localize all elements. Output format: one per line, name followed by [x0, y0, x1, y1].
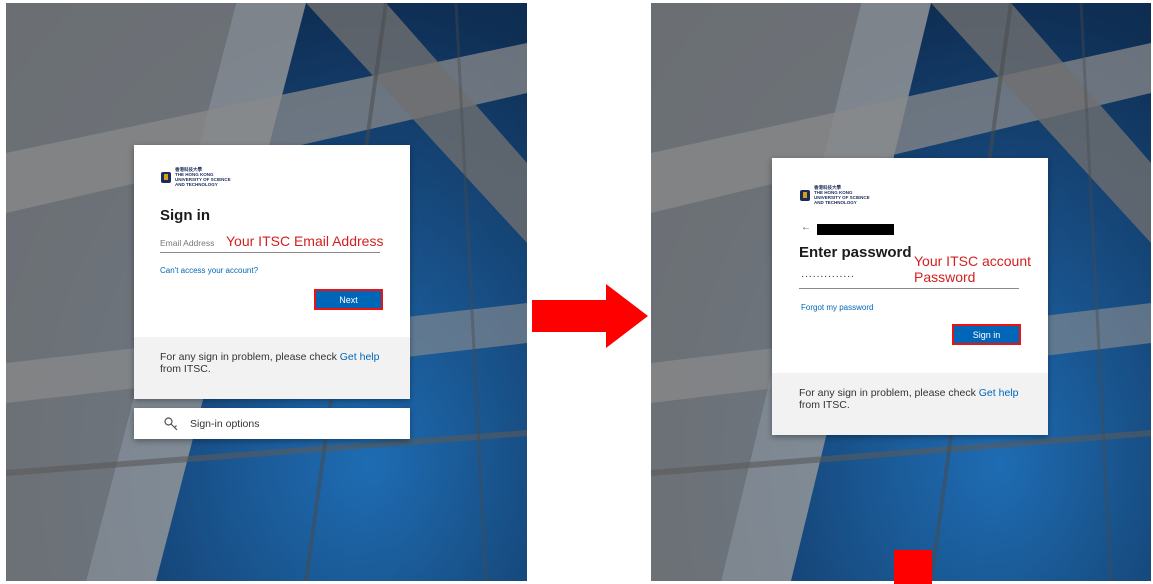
get-help-link[interactable]: Get help — [979, 387, 1019, 399]
footer-text: For any sign in problem, please check Ge… — [799, 387, 1019, 411]
cant-access-link[interactable]: Can't access your account? — [160, 266, 258, 275]
logo-text: 香港科技大學 THE HONG KONG UNIVERSITY OF SCIEN… — [175, 167, 231, 187]
footer-text: For any sign in problem, please check Ge… — [160, 351, 380, 375]
right-arrow-icon — [532, 284, 648, 348]
password-card: 香港科技大學 THE HONG KONG UNIVERSITY OF SCIEN… — [772, 158, 1048, 435]
sign-in-options-label: Sign-in options — [190, 417, 260, 430]
page-title: Enter password — [799, 244, 912, 261]
forgot-password-link[interactable]: Forgot my password — [801, 303, 873, 312]
page-title: Sign in — [160, 207, 210, 224]
email-annotation: Your ITSC Email Address — [226, 233, 384, 249]
card-footer: For any sign in problem, please check Ge… — [772, 373, 1048, 435]
get-help-link[interactable]: Get help — [340, 351, 380, 363]
sign-in-button[interactable]: Sign in — [952, 324, 1021, 345]
card-footer: For any sign in problem, please check Ge… — [134, 337, 410, 399]
next-button-label: Next — [339, 294, 358, 305]
password-annotation-line2: Password — [914, 269, 976, 285]
key-icon — [164, 416, 178, 430]
sign-in-card: 香港科技大學 THE HONG KONG UNIVERSITY OF SCIEN… — [134, 145, 410, 399]
logo-text: 香港科技大學 THE HONG KONG UNIVERSITY OF SCIEN… — [814, 185, 870, 205]
password-value: ·············· — [801, 271, 855, 282]
hkust-crest-icon — [161, 172, 171, 183]
sign-in-options-button[interactable]: Sign-in options — [134, 408, 410, 439]
hkust-logo: 香港科技大學 THE HONG KONG UNIVERSITY OF SCIEN… — [799, 185, 870, 205]
redacted-email — [817, 224, 894, 235]
left-background-panel: 香港科技大學 THE HONG KONG UNIVERSITY OF SCIEN… — [6, 3, 527, 581]
password-annotation-line1: Your ITSC account — [914, 253, 1031, 269]
right-background-panel: 香港科技大學 THE HONG KONG UNIVERSITY OF SCIEN… — [651, 3, 1151, 581]
back-arrow-icon[interactable]: ← — [801, 222, 811, 233]
sign-in-button-label: Sign in — [972, 329, 1001, 340]
red-marker — [894, 550, 932, 584]
email-input[interactable] — [160, 252, 380, 253]
next-button[interactable]: Next — [314, 289, 383, 310]
password-input[interactable] — [799, 288, 1019, 289]
email-placeholder: Email Address — [160, 238, 215, 248]
hkust-crest-icon — [800, 190, 810, 201]
hkust-logo: 香港科技大學 THE HONG KONG UNIVERSITY OF SCIEN… — [160, 167, 231, 187]
